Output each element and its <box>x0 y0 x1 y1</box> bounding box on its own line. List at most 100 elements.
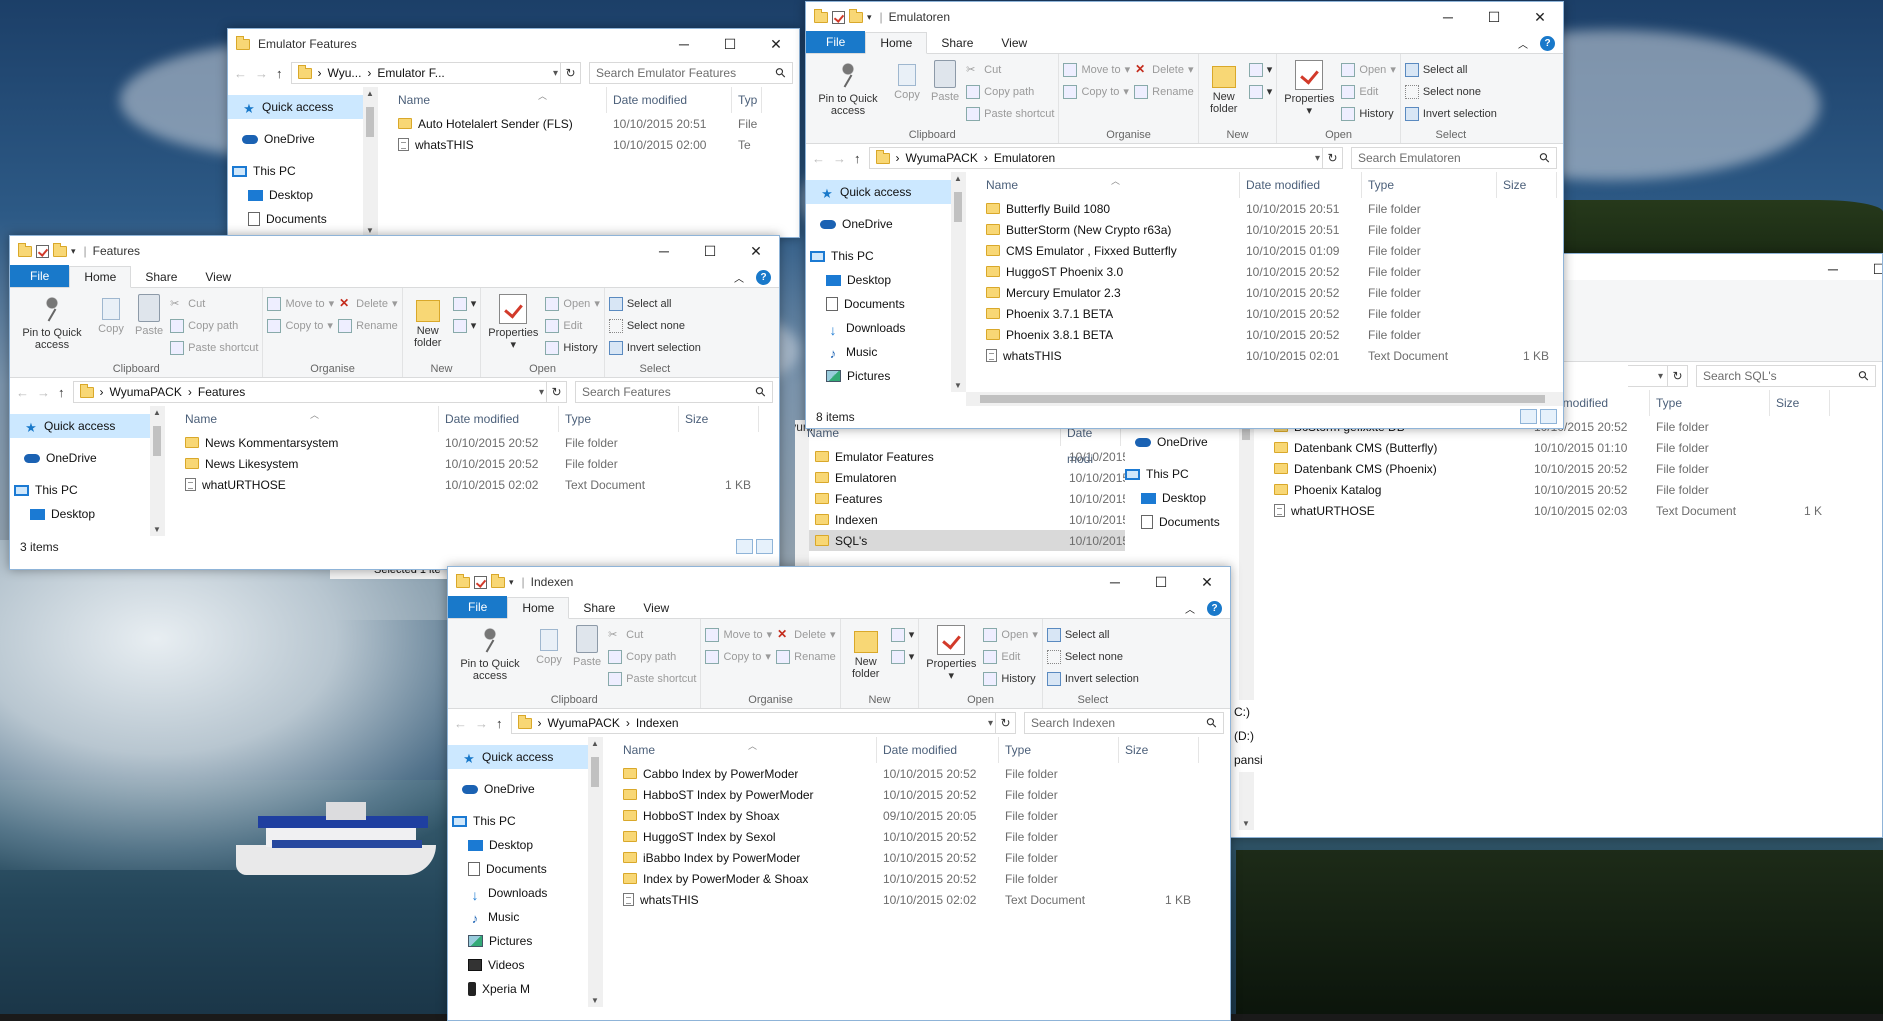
folder-row[interactable]: News Likesystem 10/10/2015 20:52 File fold… <box>179 453 779 474</box>
copy-to-button[interactable]: Copy to ▾ <box>705 647 772 666</box>
back-icon[interactable]: ← <box>234 66 247 81</box>
invert-selection-button[interactable]: Invert selection <box>608 338 701 357</box>
tab-file[interactable]: File <box>806 31 866 53</box>
column-header-type[interactable]: Type <box>999 737 1119 763</box>
paste-button[interactable]: Paste <box>570 623 604 692</box>
select-all-button[interactable]: Select all <box>1404 60 1497 79</box>
tab-file[interactable]: File <box>448 596 508 618</box>
address-bar[interactable]: › Wyu... › Emulator F... ▾ ↻ <box>290 62 581 84</box>
folder-row[interactable]: Features 10/10/2015 <box>795 488 1125 509</box>
folder-row[interactable]: Phoenix Katalog 10/10/2015 20:52 File fold… <box>1268 479 1882 500</box>
folder-row[interactable]: Indexen 10/10/2015 <box>795 509 1125 530</box>
collapse-ribbon-icon[interactable]: ︿ <box>1518 36 1528 51</box>
new-folder-icon[interactable] <box>491 573 505 588</box>
new-folder-icon[interactable] <box>849 8 863 23</box>
history-button[interactable]: History <box>983 669 1037 688</box>
folder-row[interactable]: Datenbank CMS (Butterfly) 10/10/2015 01:1… <box>1268 437 1882 458</box>
cut-button[interactable]: ✂ Cut <box>966 60 1054 79</box>
nav-item-onedrive[interactable]: OneDrive <box>10 446 164 470</box>
tab-home[interactable]: Home <box>69 266 132 288</box>
tab-view[interactable]: View <box>629 598 683 618</box>
invert-selection-button[interactable]: Invert selection <box>1404 104 1497 123</box>
properties-button[interactable]: Properties▾ <box>923 623 979 692</box>
close-button[interactable]: ✕ <box>733 236 779 266</box>
nav-item-xperia-m[interactable]: Xperia M <box>448 977 602 1001</box>
paste-button[interactable]: Paste <box>132 292 166 361</box>
pin-to-quick-access-button[interactable]: Pin to Quick access <box>452 623 528 692</box>
tab-view[interactable]: View <box>191 267 245 287</box>
quick-access-toolbar-icon[interactable]: ▾ <box>509 577 514 588</box>
easy-access-button[interactable]: ▾ <box>1248 82 1272 101</box>
nav-item-videos[interactable]: Videos <box>448 953 602 977</box>
nav-item-onedrive[interactable]: OneDrive <box>806 212 965 236</box>
nav-item-documents[interactable]: Documents <box>1121 510 1253 534</box>
copy-button[interactable]: Copy <box>890 58 924 127</box>
nav-item-documents[interactable]: Documents <box>448 857 602 881</box>
file-row[interactable]: whatURTHOSE 10/10/2015 02:03 Text Document… <box>1268 500 1882 521</box>
nav-item-desktop[interactable]: Desktop <box>1121 486 1253 510</box>
help-icon[interactable]: ? <box>756 270 771 285</box>
close-button[interactable]: ✕ <box>753 29 799 59</box>
copy-to-button[interactable]: Copy to ▾ <box>1063 82 1130 101</box>
edit-button[interactable]: Edit <box>983 647 1037 666</box>
delete-button[interactable]: Delete ▾ <box>1134 60 1194 79</box>
column-header-size[interactable]: Size <box>1119 737 1199 763</box>
move-to-button[interactable]: Move to ▾ <box>267 294 334 313</box>
folder-row[interactable]: iBabbo Index by PowerModer 10/10/2015 20:… <box>617 847 1230 868</box>
nav-item-this-pc[interactable]: This PC <box>806 244 965 268</box>
forward-icon[interactable]: → <box>255 66 268 81</box>
easy-access-button[interactable]: ▾ <box>452 316 476 335</box>
paste-shortcut-button[interactable]: Paste shortcut <box>966 104 1054 123</box>
help-icon[interactable]: ? <box>1540 36 1555 51</box>
column-header-size[interactable]: Size <box>1497 172 1557 198</box>
nav-item-documents[interactable]: Documents <box>228 207 377 231</box>
folder-row[interactable]: Butterfly Build 1080 10/10/2015 20:51 File… <box>980 198 1563 219</box>
folder-row[interactable]: HobboST Index by Shoax 09/10/2015 20:05 Fi… <box>617 805 1230 826</box>
forward-icon[interactable]: → <box>475 716 488 731</box>
maximize-button[interactable]: ☐ <box>1856 254 1882 284</box>
pin-to-quick-access-button[interactable]: Pin to Quick access <box>14 292 90 361</box>
address-bar[interactable]: › WyumaPACK › Features ▾ ↻ <box>72 381 567 403</box>
nav-item-this-pc[interactable]: This PC <box>448 809 602 833</box>
select-none-button[interactable]: Select none <box>608 316 701 335</box>
nav-item-pictures[interactable]: Pictures <box>806 364 965 388</box>
select-none-button[interactable]: Select none <box>1404 82 1497 101</box>
column-header-date-modified[interactable]: Date modified <box>1240 172 1362 198</box>
properties-icon[interactable] <box>832 10 845 24</box>
help-icon[interactable]: ? <box>1207 601 1222 616</box>
nav-item-documents[interactable]: Documents <box>806 292 965 316</box>
nav-item-desktop[interactable]: Desktop <box>448 833 602 857</box>
close-button[interactable]: ✕ <box>1517 2 1563 32</box>
column-header-typ[interactable]: Typ <box>732 87 762 113</box>
properties-icon[interactable] <box>36 244 49 258</box>
column-header-date-modified[interactable]: Date modified <box>439 406 559 432</box>
nav-item-desktop[interactable]: Desktop <box>10 502 164 526</box>
copy-path-button[interactable]: Copy path <box>966 82 1054 101</box>
maximize-button[interactable]: ☐ <box>1471 2 1517 32</box>
paste-shortcut-button[interactable]: Paste shortcut <box>608 669 696 688</box>
rename-button[interactable]: Rename <box>1134 82 1194 101</box>
maximize-button[interactable]: ☐ <box>1138 567 1184 597</box>
forward-icon[interactable]: → <box>833 151 846 166</box>
nav-item-music[interactable]: ♪ Music <box>448 905 602 929</box>
properties-button[interactable]: Properties▾ <box>1281 58 1337 127</box>
open-button[interactable]: Open ▾ <box>983 625 1038 644</box>
back-icon[interactable]: ← <box>454 716 467 731</box>
search-input[interactable]: Search Indexen <box>1024 712 1224 734</box>
back-icon[interactable]: ← <box>812 151 825 166</box>
folder-row[interactable]: SQL's 10/10/2015 <box>795 530 1125 551</box>
tab-share[interactable]: Share <box>927 33 987 53</box>
folder-row[interactable]: Auto Hotelalert Sender (FLS) 10/10/2015 2… <box>392 113 799 134</box>
folder-row[interactable]: HuggoST Phoenix 3.0 10/10/2015 20:52 File … <box>980 261 1563 282</box>
properties-icon[interactable] <box>474 575 487 589</box>
column-header-size[interactable]: Size <box>679 406 759 432</box>
paste-shortcut-button[interactable]: Paste shortcut <box>170 338 258 357</box>
folder-row[interactable]: CMS Emulator , Fixxed Butterfly 10/10/201… <box>980 240 1563 261</box>
folder-row[interactable]: HuggoST Index by Sexol 10/10/2015 20:52 Fi… <box>617 826 1230 847</box>
open-button[interactable]: Open ▾ <box>1341 60 1396 79</box>
folder-row[interactable]: Datenbank CMS (Phoenix) 10/10/2015 20:52 F… <box>1268 458 1882 479</box>
copy-path-button[interactable]: Copy path <box>608 647 696 666</box>
nav-scrollbar[interactable]: ▲▼ <box>363 87 377 237</box>
minimize-button[interactable]: ─ <box>1425 2 1471 32</box>
file-row[interactable]: whatsTHIS 10/10/2015 02:02 Text Document 1 … <box>617 889 1230 910</box>
